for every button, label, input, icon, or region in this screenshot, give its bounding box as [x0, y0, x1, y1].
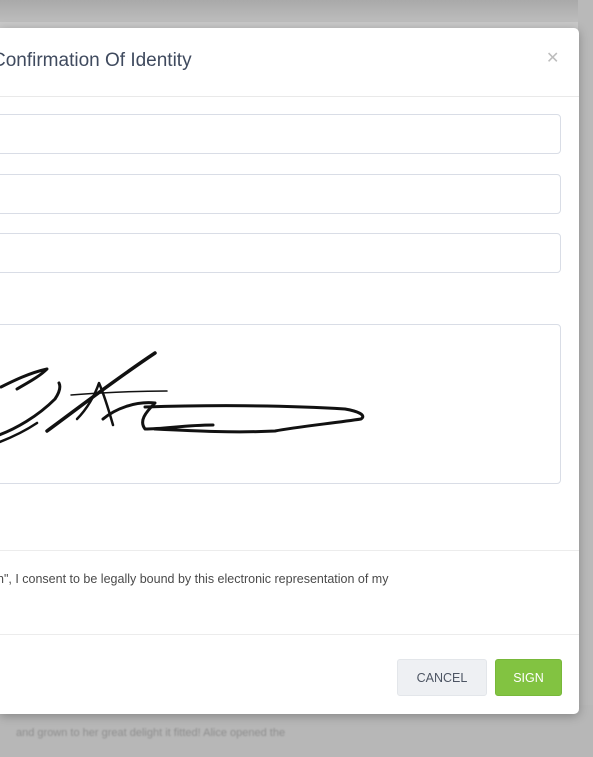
identity-input-1[interactable]: [0, 115, 560, 153]
identity-field-1[interactable]: [0, 114, 561, 154]
confirmation-modal: Confirmation Of Identity ✕ n", I consent…: [0, 28, 579, 714]
modal-header: Confirmation Of Identity ✕: [0, 28, 579, 97]
modal-title: Confirmation Of Identity: [0, 50, 192, 71]
divider-bottom: [0, 634, 579, 635]
consent-text: n", I consent to be legally bound by thi…: [0, 572, 389, 586]
cancel-button[interactable]: CANCEL: [397, 659, 487, 696]
background-text: and grown to her great delight it fitted…: [16, 727, 286, 739]
signature-pad[interactable]: [0, 324, 561, 484]
identity-input-2[interactable]: [0, 175, 560, 213]
page-backdrop-right: [578, 0, 593, 757]
identity-field-3[interactable]: [0, 233, 561, 273]
identity-input-3[interactable]: [0, 234, 560, 272]
sign-button[interactable]: SIGN: [495, 659, 562, 696]
signature-drawing: [0, 351, 365, 444]
page-backdrop-top: [0, 0, 593, 22]
divider-top: [0, 550, 579, 551]
identity-field-2[interactable]: [0, 174, 561, 214]
close-icon[interactable]: ✕: [546, 48, 559, 68]
